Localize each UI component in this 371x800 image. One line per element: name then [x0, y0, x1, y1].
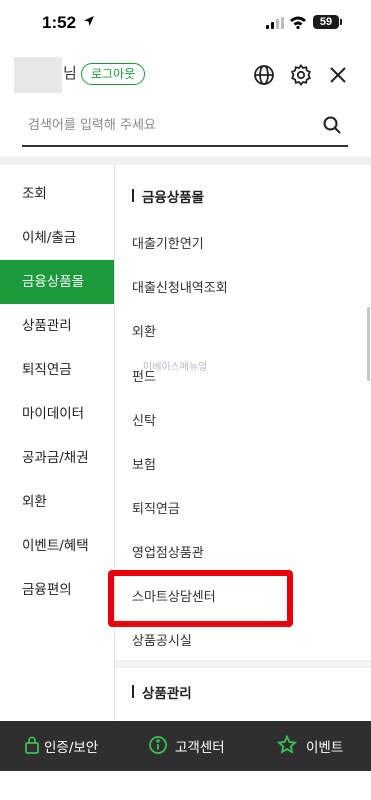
- submenu-item-trust[interactable]: 신탁: [132, 410, 156, 429]
- watermark: 이베이스매뉴얼: [143, 362, 208, 373]
- category-item-events[interactable]: 이벤트/혜택: [0, 524, 114, 568]
- search-icon[interactable]: [322, 115, 342, 135]
- wifi-icon: [290, 16, 306, 29]
- gear-icon[interactable]: [289, 63, 313, 87]
- username-redacted: [14, 57, 62, 93]
- category-menu: 조회 이체/출금 금융상품몰 상품관리 퇴직연금 마이데이터 공과금/채권 외환…: [0, 172, 114, 612]
- search-bar: [22, 107, 348, 147]
- status-bar: 1:52 59: [0, 0, 371, 48]
- location-arrow-icon: [84, 16, 94, 26]
- bottom-bar-customer-center[interactable]: 고객센터: [175, 736, 225, 756]
- lock-icon: [25, 736, 39, 754]
- submenu-item-product-disclosure[interactable]: 상품공시실: [132, 630, 192, 649]
- bottom-bar-events[interactable]: 이벤트: [306, 736, 343, 756]
- category-item-financial-mall[interactable]: 금융상품몰: [0, 260, 114, 304]
- section-divider: [115, 660, 371, 668]
- category-item-product-management[interactable]: 상품관리: [0, 304, 114, 348]
- section-divider: [0, 157, 371, 165]
- status-time: 1:52: [42, 13, 77, 32]
- submenu-item-retirement-pension[interactable]: 퇴직연금: [132, 498, 180, 517]
- search-input[interactable]: [22, 107, 318, 143]
- section-marker: [132, 685, 134, 698]
- submenu-item-loan-application-inquiry[interactable]: 대출신청내역조회: [132, 277, 228, 296]
- info-circle-icon: [149, 736, 167, 754]
- section-title-product-management: 상품관리: [142, 686, 192, 702]
- submenu-item-forex[interactable]: 외환: [132, 321, 156, 340]
- logout-button[interactable]: 로그아웃: [81, 63, 146, 85]
- category-item-forex[interactable]: 외환: [0, 480, 114, 524]
- bottom-bar: 인증/보안 고객센터 이벤트: [0, 721, 371, 771]
- category-item-inquiry[interactable]: 조회: [0, 172, 114, 216]
- highlight-box: [108, 570, 293, 627]
- category-item-utility-bonds[interactable]: 공과금/채권: [0, 436, 114, 480]
- battery-tip: [340, 19, 342, 25]
- section-title-financial-mall: 금융상품몰: [142, 190, 205, 206]
- cellular-signal-icon: [266, 17, 284, 29]
- close-icon[interactable]: [326, 63, 350, 87]
- section-marker: [132, 189, 134, 202]
- category-item-transfer[interactable]: 이체/출금: [0, 216, 114, 260]
- scrollbar[interactable]: [367, 307, 370, 381]
- bottom-bar-security[interactable]: 인증/보안: [44, 736, 98, 756]
- submenu-panel: 금융상품몰 대출기한연기 대출신청내역조회 외환 펀드 신탁 보험 퇴직연금 영…: [115, 165, 371, 721]
- battery-indicator: 59: [313, 15, 339, 29]
- star-icon: [277, 735, 297, 754]
- home-indicator-area: [0, 771, 371, 800]
- submenu-item-branch-products[interactable]: 영업점상품관: [132, 542, 204, 561]
- submenu-item-insurance[interactable]: 보험: [132, 454, 156, 473]
- category-item-convenience[interactable]: 금융편의: [0, 568, 114, 612]
- submenu-item-loan-extension[interactable]: 대출기한연기: [132, 233, 204, 252]
- category-item-mydata[interactable]: 마이데이터: [0, 392, 114, 436]
- name-suffix: 님: [63, 64, 77, 82]
- globe-icon[interactable]: [252, 63, 276, 87]
- category-item-retirement-pension[interactable]: 퇴직연금: [0, 348, 114, 392]
